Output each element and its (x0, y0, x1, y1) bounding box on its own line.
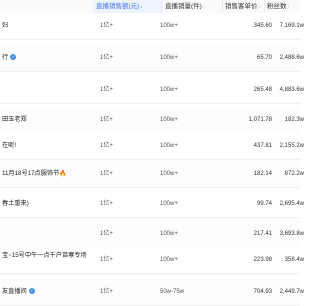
sales-volume-cell: 100w+ (160, 171, 178, 177)
table-row[interactable]: 1亿+ 100w+ 217.41 3,693.8w (0, 221, 304, 248)
fans-count-cell: 872.2w (284, 171, 304, 177)
header-unit-price[interactable]: 销售客单价↕ (222, 0, 264, 13)
ranking-table: 直播销售额(元)↓ 直播销量(件)↕ 销售客单价↕ 粉丝数↕ 妇 1亿+ 100w+… (0, 0, 304, 306)
sales-amount-cell: 1亿+ (100, 23, 113, 29)
sales-volume-cell: 100w+ (160, 143, 178, 149)
sales-volume-cell: 100w+ (160, 23, 178, 29)
fans-count-cell: 2,449.7w (279, 289, 304, 295)
anchor-name-text: 宝~15号中午一点千户苗寨专场 (2, 252, 87, 259)
sales-volume-cell: 100w+ (160, 87, 178, 93)
anchor-name-text: 在呢! (2, 142, 17, 149)
anchor-name[interactable]: 妇 (0, 13, 90, 39)
sort-icon[interactable]: ↕ (259, 4, 262, 10)
sort-desc-icon[interactable]: ↓ (140, 4, 143, 10)
anchor-name[interactable]: 11月18号17点服饰节🔥 (0, 161, 90, 187)
anchor-name[interactable]: 春土重来) (0, 191, 90, 217)
anchor-name-text: 11月18号17点服饰节 (2, 170, 60, 177)
anchor-name-text: 行 (2, 54, 9, 61)
table-row[interactable]: 11月18号17点服饰节🔥 1亿+ 100w+ 182.14 872.2w (0, 161, 304, 188)
table-row[interactable]: 宝~15号中午一点千户苗寨专场 1亿+ 100w+ 223.98 358.4w (0, 247, 304, 274)
table-row[interactable]: 田玉老郑 1亿+ 100w+ 1,071.78 182.3w (0, 107, 304, 134)
sales-amount-cell: 1亿+ (100, 257, 113, 263)
table-row[interactable]: 1亿+ 100w+ 265.48 4,883.6w (0, 77, 304, 104)
anchor-name-text: 友直播间 (2, 288, 27, 295)
verified-icon: ✓ (28, 288, 35, 295)
anchor-name-text: 妇 (2, 22, 9, 29)
anchor-name-text: 田玉老郑 (2, 116, 27, 123)
header-sales-volume[interactable]: 直播销量(件)↕ (162, 0, 222, 13)
fans-count-cell: 4,883.6w (279, 87, 304, 93)
sort-icon[interactable]: ↕ (203, 4, 206, 10)
anchor-name[interactable]: 友直播间 ✓ (0, 279, 90, 305)
sales-amount-cell: 1亿+ (100, 87, 113, 93)
fans-count-cell: 7,169.1w (279, 23, 304, 29)
anchor-name[interactable]: 宝~15号中午一点千户苗寨专场 (0, 247, 94, 273)
sales-amount-cell: 1亿+ (100, 117, 113, 123)
sales-amount-cell: 1亿+ (100, 289, 113, 295)
table-row[interactable]: 在呢! 1亿+ 100w+ 437.81 2,155.2w (0, 133, 304, 160)
fans-count-cell: 3,693.8w (279, 231, 304, 237)
fans-count-cell: 2,695.4w (279, 201, 304, 207)
sales-volume-cell: 100w+ (160, 201, 178, 207)
sort-icon[interactable]: ↕ (288, 4, 291, 10)
table-row[interactable]: 妇 1亿+ 100w+ 345.60 7,169.1w (0, 13, 304, 40)
sales-volume-cell: 50w-75w (160, 289, 185, 295)
sales-amount-cell: 1亿+ (100, 55, 113, 61)
fans-count-cell: 182.3w (284, 117, 304, 123)
anchor-name[interactable] (0, 77, 90, 103)
sales-amount-cell: 1亿+ (100, 201, 113, 207)
header-sales-amount[interactable]: 直播销售额(元)↓ (93, 0, 162, 13)
table-row[interactable]: 友直播间 ✓ 1亿+ 50w-75w 704.93 2,449.7w (0, 279, 304, 306)
sales-volume-cell: 100w+ (160, 257, 178, 263)
anchor-name[interactable]: 田玉老郑 (0, 107, 90, 133)
anchor-name[interactable]: 在呢! (0, 133, 90, 159)
sales-volume-cell: 100w+ (160, 231, 178, 237)
fans-count-cell: 358.4w (284, 257, 304, 263)
anchor-name[interactable] (0, 221, 90, 247)
sales-volume-cell: 100w+ (160, 117, 178, 123)
table-row[interactable]: 春土重来) 1亿+ 100w+ 99.74 2,695.4w (0, 191, 304, 218)
sales-amount-cell: 1亿+ (100, 231, 113, 237)
anchor-name-text: 春土重来) (2, 200, 29, 207)
fans-count-cell: 2,155.2w (279, 143, 304, 149)
fans-count-cell: 2,488.6w (279, 55, 304, 61)
sales-volume-cell: 100w+ (160, 55, 178, 61)
table-header: 直播销售额(元)↓ 直播销量(件)↕ 销售客单价↕ 粉丝数↕ (0, 0, 300, 14)
fire-icon: 🔥 (59, 171, 67, 177)
sales-amount-cell: 1亿+ (100, 143, 113, 149)
sales-amount-cell: 1亿+ (100, 171, 113, 177)
header-fans[interactable]: 粉丝数↕ (264, 0, 300, 13)
verified-icon: ✓ (10, 54, 17, 61)
anchor-name[interactable]: 行 ✓ (0, 45, 90, 71)
table-row[interactable]: 行 ✓ 1亿+ 100w+ 65.70 2,488.6w (0, 45, 304, 72)
